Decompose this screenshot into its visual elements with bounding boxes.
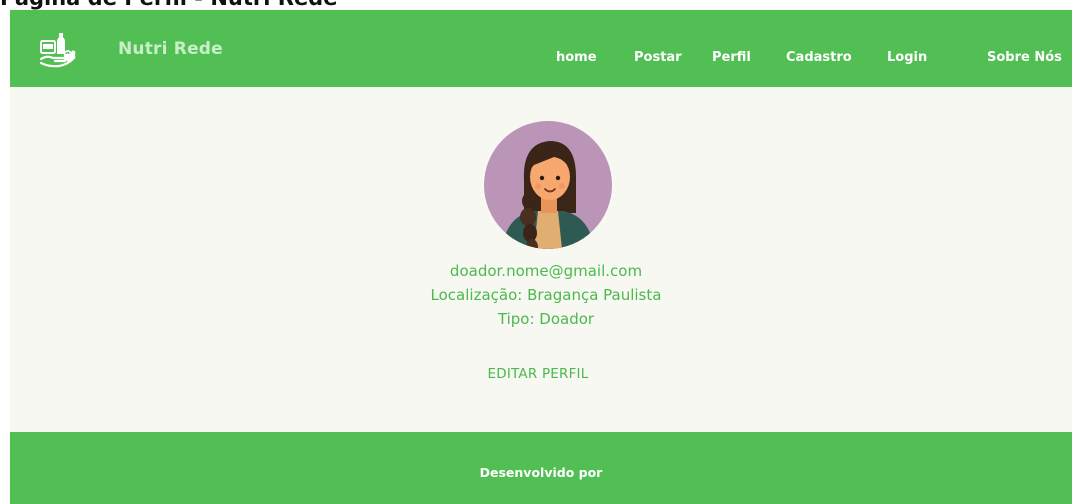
food-donation-hand-icon[interactable]: [37, 27, 77, 69]
page-caption: Página de Perfil - Nutri Rede: [0, 0, 1072, 10]
woman-avatar-icon: [502, 141, 594, 249]
profile-location: Localização: Bragança Paulista: [430, 286, 662, 304]
avatar: [484, 121, 612, 249]
footer: Desenvolvido por: [10, 432, 1072, 504]
nav-postar[interactable]: Postar: [634, 50, 682, 65]
nav-home[interactable]: home: [556, 50, 597, 65]
footer-credit: Desenvolvido por: [479, 465, 603, 480]
profile-type: Tipo: Doador: [497, 310, 595, 328]
navbar: Nutri Rede home Postar Perfil Cadastro L…: [10, 10, 1072, 87]
edit-profile-button[interactable]: EDITAR PERFIL: [470, 362, 606, 386]
profile-email: doador.nome@gmail.com: [449, 262, 643, 280]
nav-login[interactable]: Login: [887, 50, 927, 65]
nav-perfil[interactable]: Perfil: [712, 50, 751, 65]
nav-sobre-nos[interactable]: Sobre Nós: [987, 50, 1062, 65]
brand-name[interactable]: Nutri Rede: [118, 39, 223, 59]
nav-cadastro[interactable]: Cadastro: [786, 50, 852, 65]
